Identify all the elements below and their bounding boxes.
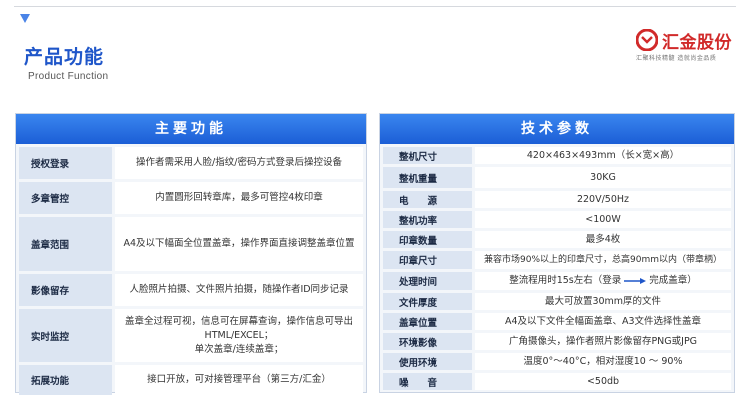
param-value: <100W (475, 211, 731, 228)
param-value: 广角摄像头，操作者照片影像留存PNG或JPG (475, 333, 731, 350)
param-value: 30KG (475, 167, 731, 188)
function-label: 授权登录 (19, 147, 112, 179)
brand-logo: 汇金股份 汇聚科技精髓 造就尚金品质 (634, 27, 740, 62)
param-value: 最大可放置30mm厚的文件 (475, 293, 731, 310)
param-label: 电 源 (383, 191, 472, 208)
param-label: 整机尺寸 (383, 147, 472, 164)
param-label: 文件厚度 (383, 293, 472, 310)
function-label: 拓展功能 (19, 365, 112, 395)
param-label: 印章数量 (383, 231, 472, 248)
param-row: 整机功率 <100W (383, 211, 731, 228)
tech-params-heading: 技术参数 (380, 114, 734, 144)
param-value: 220V/50Hz (475, 191, 731, 208)
param-value: <50db (475, 373, 731, 390)
param-label: 处理时间 (383, 272, 472, 290)
param-row: 使用环境 温度0°～40°C，相对湿度10 ～ 90% (383, 353, 731, 370)
param-row: 文件厚度 最大可放置30mm厚的文件 (383, 293, 731, 310)
function-description: 人脸照片拍摄、文件照片拍摄，随操作者ID同步记录 (115, 274, 363, 306)
param-value: 温度0°～40°C，相对湿度10 ～ 90% (475, 353, 731, 370)
function-row: 多章管控 内置圆形回转章库，最多可管控4枚印章 (19, 182, 363, 214)
param-row: 整机重量 30KG (383, 167, 731, 188)
main-functions-heading: 主要功能 (16, 114, 366, 144)
function-description: A4及以下幅面全位置盖章，操作界面直接调整盖章位置 (115, 217, 363, 271)
function-label: 影像留存 (19, 274, 112, 306)
brand-mark-icon (636, 29, 658, 51)
brand-name: 汇金股份 (662, 33, 732, 53)
param-row: 印章尺寸 兼容市场90%以上的印章尺寸，总高90mm以内（带章柄） (383, 251, 731, 269)
function-row: 授权登录 操作者需采用人脸/指纹/密码方式登录后操控设备 (19, 147, 363, 179)
param-value: 兼容市场90%以上的印章尺寸，总高90mm以内（带章柄） (475, 251, 731, 269)
arrow-right-icon (624, 278, 647, 284)
function-row: 影像留存 人脸照片拍摄、文件照片拍摄，随操作者ID同步记录 (19, 274, 363, 306)
param-row: 环境影像 广角摄像头，操作者照片影像留存PNG或JPG (383, 333, 731, 350)
tech-params-panel: 技术参数 整机尺寸 420×463×493mm（长×宽×高） 整机重量 30KG… (379, 113, 735, 393)
param-label: 盖章位置 (383, 313, 472, 330)
param-row: 盖章位置 A4及以下文件全幅面盖章、A3文件选择性盖章 (383, 313, 731, 330)
function-row: 盖章范围 A4及以下幅面全位置盖章，操作界面直接调整盖章位置 (19, 217, 363, 271)
brand-tagline: 汇聚科技精髓 造就尚金品质 (636, 55, 717, 62)
corner-decoration-icon (20, 14, 30, 23)
param-label: 印章尺寸 (383, 251, 472, 269)
function-row: 实时监控 盖章全过程可视，信息可在屏幕查询，操作信息可导出 HTML/EXCEL… (19, 309, 363, 362)
function-description: 盖章全过程可视，信息可在屏幕查询，操作信息可导出 HTML/EXCEL； 单次盖… (115, 309, 363, 362)
function-row: 拓展功能 接口开放，可对接管理平台（第三方/汇金） (19, 365, 363, 395)
param-label: 使用环境 (383, 353, 472, 370)
main-functions-panel: 主要功能 授权登录 操作者需采用人脸/指纹/密码方式登录后操控设备 多章管控 内… (15, 113, 367, 395)
function-description: 接口开放，可对接管理平台（第三方/汇金） (115, 365, 363, 395)
param-value: 最多4枚 (475, 231, 731, 248)
param-label: 整机功率 (383, 211, 472, 228)
param-value: 420×463×493mm（长×宽×高） (475, 147, 731, 164)
function-label: 多章管控 (19, 182, 112, 214)
param-value: 整流程用时15s左右（登录 完成盖章） (475, 272, 731, 290)
page-subtitle: Product Function (28, 71, 109, 82)
function-label: 盖章范围 (19, 217, 112, 271)
param-row: 印章数量 最多4枚 (383, 231, 731, 248)
param-row: 处理时间 整流程用时15s左右（登录 完成盖章） (383, 272, 731, 290)
function-description: 操作者需采用人脸/指纹/密码方式登录后操控设备 (115, 147, 363, 179)
param-row: 整机尺寸 420×463×493mm（长×宽×高） (383, 147, 731, 164)
param-label: 噪 音 (383, 373, 472, 390)
param-value: A4及以下文件全幅面盖章、A3文件选择性盖章 (475, 313, 731, 330)
page-title: 产品功能 (24, 46, 105, 68)
function-description: 内置圆形回转章库，最多可管控4枚印章 (115, 182, 363, 214)
param-label: 环境影像 (383, 333, 472, 350)
param-label: 整机重量 (383, 167, 472, 188)
param-row: 噪 音 <50db (383, 373, 731, 390)
param-row: 电 源 220V/50Hz (383, 191, 731, 208)
function-label: 实时监控 (19, 309, 112, 362)
top-divider (14, 6, 736, 7)
